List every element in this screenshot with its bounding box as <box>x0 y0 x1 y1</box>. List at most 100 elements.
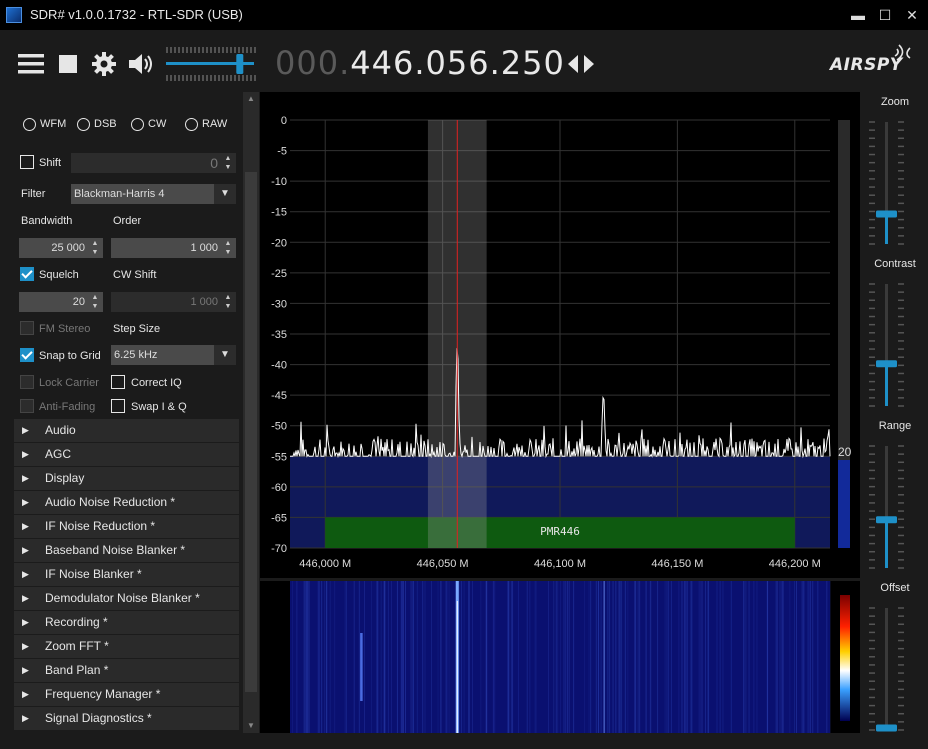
swapiq-label: Swap I & Q <box>131 401 187 413</box>
section-label: Audio <box>45 423 76 437</box>
volume-thumb[interactable] <box>236 54 244 74</box>
range-slider-thumb[interactable] <box>876 516 897 524</box>
order-label: Order <box>113 215 142 227</box>
chevron-down-icon: ▼ <box>214 345 236 365</box>
contrast-slider-thumb[interactable] <box>876 360 897 368</box>
section-label: Display <box>45 471 85 485</box>
cwshift-value: 1 000 <box>190 296 218 308</box>
mode-radio-raw[interactable] <box>185 118 198 131</box>
minimize-button[interactable]: ▬ <box>847 5 869 25</box>
waterfall-view[interactable] <box>260 581 860 733</box>
contrast-slider[interactable] <box>869 283 904 407</box>
section-9[interactable]: ▶ Zoom FFT * <box>14 635 239 659</box>
chevron-down-icon: ▼ <box>214 184 236 204</box>
expand-arrow-icon: ▶ <box>22 713 29 723</box>
section-label: Zoom FFT * <box>45 639 109 653</box>
section-0[interactable]: ▶ Audio <box>14 419 239 443</box>
y-tick-label: -35 <box>271 329 287 341</box>
frequency-digits[interactable]: 446.056.250 <box>350 44 565 82</box>
zoom-slider-thumb[interactable] <box>876 210 897 218</box>
waterfall-chart[interactable] <box>260 581 860 733</box>
y-tick-label: -40 <box>271 360 287 372</box>
close-button[interactable]: ✕ <box>901 5 923 25</box>
window-title: SDR# v1.0.0.1732 - RTL-SDR (USB) <box>30 7 243 22</box>
order-input[interactable]: 1 000 ▲ ▼ <box>111 238 236 258</box>
offset-slider[interactable] <box>869 607 904 732</box>
expand-arrow-icon: ▶ <box>22 593 29 603</box>
section-3[interactable]: ▶ Audio Noise Reduction * <box>14 491 239 515</box>
section-label: Audio Noise Reduction * <box>45 495 176 509</box>
gear-icon[interactable] <box>91 51 117 77</box>
bandwidth-input[interactable]: 25 000 ▲ ▼ <box>19 238 103 258</box>
speaker-icon[interactable] <box>127 52 155 76</box>
mode-radio-dsb[interactable] <box>77 118 90 131</box>
app-icon <box>6 7 22 23</box>
stop-icon[interactable] <box>59 55 77 73</box>
section-8[interactable]: ▶ Recording * <box>14 611 239 635</box>
section-label: Demodulator Noise Blanker * <box>45 591 200 605</box>
lockcarrier-checkbox[interactable] <box>20 375 34 389</box>
shift-value: 0 <box>210 155 218 171</box>
color-scale <box>840 595 850 721</box>
expand-arrow-icon: ▶ <box>22 473 29 483</box>
fmstereo-checkbox[interactable] <box>20 321 34 335</box>
antifading-checkbox[interactable] <box>20 399 34 413</box>
section-10[interactable]: ▶ Band Plan * <box>14 659 239 683</box>
section-6[interactable]: ▶ IF Noise Blanker * <box>14 563 239 587</box>
antifading-label: Anti-Fading <box>39 401 96 413</box>
range-slider[interactable] <box>869 445 904 569</box>
frequency-leading-digits[interactable]: 000. <box>275 44 350 82</box>
y-tick-label: -70 <box>271 543 287 555</box>
tuning-arrows-icon[interactable] <box>567 54 595 74</box>
level-bar-fill <box>838 460 850 548</box>
level-label: 20 <box>838 445 852 459</box>
section-label: Band Plan * <box>45 663 109 677</box>
stepsize-select[interactable]: 6.25 kHz ▼ <box>111 345 236 365</box>
section-11[interactable]: ▶ Frequency Manager * <box>14 683 239 707</box>
expand-arrow-icon: ▶ <box>22 641 29 651</box>
squelch-input[interactable]: 20 ▲ ▼ <box>19 292 103 312</box>
slider-group[interactable] <box>862 92 928 733</box>
maximize-button[interactable]: ☐ <box>874 5 896 25</box>
swapiq-checkbox[interactable] <box>111 399 125 413</box>
section-7[interactable]: ▶ Demodulator Noise Blanker * <box>14 587 239 611</box>
offset-slider-thumb[interactable] <box>876 724 897 732</box>
y-tick-label: -55 <box>271 451 287 463</box>
mode-radio-cw[interactable] <box>131 118 144 131</box>
x-tick-label: 446,050 M <box>417 558 469 570</box>
menu-icon[interactable] <box>18 52 44 76</box>
cwshift-input[interactable]: 1 000 ▲ ▼ <box>111 292 236 312</box>
expand-arrow-icon: ▶ <box>22 689 29 699</box>
section-2[interactable]: ▶ Display <box>14 467 239 491</box>
spectrum-chart[interactable]: 0 -5 -10 -15 -20 -25 -30 -35 -40 -45 -50 -55 -60 -65 -… <box>260 92 860 578</box>
volume-slider[interactable] <box>164 44 256 84</box>
snap-label: Snap to Grid <box>39 350 101 362</box>
shift-input[interactable]: 0 ▲ ▼ <box>71 153 236 173</box>
correctiq-label: Correct IQ <box>131 377 182 389</box>
wireless-signal-icon <box>894 44 911 61</box>
y-tick-label: 0 <box>281 115 287 127</box>
frequency-display[interactable]: 000.446.056.250 <box>275 44 565 82</box>
bandwidth-value: 25 000 <box>51 242 85 254</box>
expand-arrow-icon: ▶ <box>22 569 29 579</box>
filter-label: Filter <box>21 188 46 200</box>
snap-checkbox[interactable] <box>20 348 34 362</box>
zoom-slider[interactable] <box>869 121 904 245</box>
section-4[interactable]: ▶ IF Noise Reduction * <box>14 515 239 539</box>
x-tick-label: 446,200 M <box>769 558 821 570</box>
left-scrollbar[interactable]: ▲ ▼ <box>243 92 259 733</box>
section-1[interactable]: ▶ AGC <box>14 443 239 467</box>
shift-checkbox[interactable] <box>20 155 34 169</box>
filter-select[interactable]: Blackman-Harris 4 ▼ <box>71 184 236 204</box>
order-value: 1 000 <box>190 242 218 254</box>
section-12[interactable]: ▶ Signal Diagnostics * <box>14 707 239 731</box>
mode-radio-wfm[interactable] <box>23 118 36 131</box>
section-5[interactable]: ▶ Baseband Noise Blanker * <box>14 539 239 563</box>
section-label: Baseband Noise Blanker * <box>45 543 186 557</box>
y-tick-label: -45 <box>271 390 287 402</box>
y-tick-label: -30 <box>271 298 287 310</box>
squelch-checkbox[interactable] <box>20 267 34 281</box>
correctiq-checkbox[interactable] <box>111 375 125 389</box>
y-tick-label: -15 <box>271 207 287 219</box>
spectrum-view[interactable]: 0 -5 -10 -15 -20 -25 -30 -35 -40 -45 -50 -55 -60 -65 -… <box>260 92 860 578</box>
